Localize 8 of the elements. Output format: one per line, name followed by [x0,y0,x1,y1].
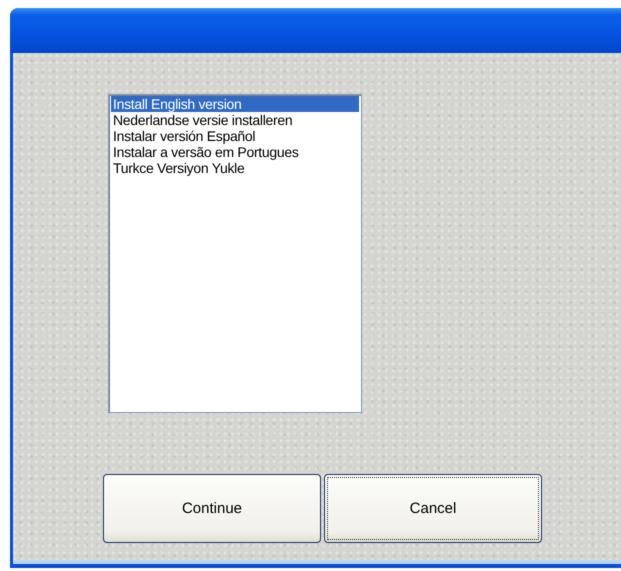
language-list[interactable]: Install English version Nederlandse versie installeren Instalar versión Español Instalar a versão em Portugues Turkce Versiyon Yukle [108,94,362,413]
cancel-button[interactable]: Cancel [324,474,542,543]
list-item[interactable]: Instalar a versão em Portugues [111,144,359,160]
list-item[interactable]: Instalar versión Español [111,128,359,144]
list-item[interactable]: Install English version [111,96,359,112]
continue-button[interactable]: Continue [103,474,321,543]
list-item[interactable]: Turkce Versiyon Yukle [111,160,359,176]
list-item[interactable]: Nederlandse versie installeren [111,112,359,128]
